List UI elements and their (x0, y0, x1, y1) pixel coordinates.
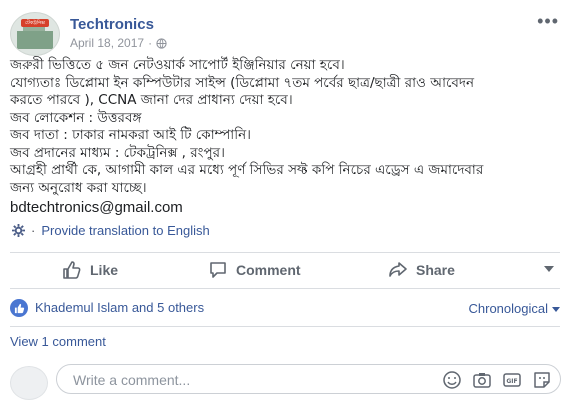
post-body: জরুরী ভিত্তিতে ৫ জন নেটওয়ার্ক সাপোর্ট ই… (10, 57, 560, 197)
page-name-link[interactable]: Techtronics (70, 16, 154, 33)
sticker-icon[interactable] (532, 370, 552, 390)
sort-label: Chronological (468, 301, 549, 316)
meta-separator: · (148, 36, 153, 50)
post-line: আগ্রহী প্রার্থী কে, আগামী কাল এর মধ্যে প… (10, 162, 484, 178)
comment-button[interactable]: Comment (208, 253, 301, 287)
post-line: জব দাতা : ঢাকার নামকরা আই টি কোম্পানি। (10, 127, 251, 143)
share-button[interactable]: Share (388, 253, 455, 287)
thumbs-up-icon (63, 261, 81, 279)
post-line: করতে পারবে ), CCNA জানা দের প্রাধান্য দে… (10, 92, 293, 108)
share-label: Share (416, 262, 455, 278)
emoji-icon[interactable] (442, 370, 462, 390)
view-comments-link[interactable]: View 1 comment (10, 334, 106, 349)
globe-icon (156, 37, 167, 49)
avatar-building (17, 31, 53, 49)
reactors-link[interactable]: Khademul Islam and 5 others (35, 300, 204, 315)
action-bar: Like Comment Share (10, 253, 560, 287)
avatar-logo-badge: টেকট্রনিক্স (21, 19, 49, 27)
post-line: জন্য অনুরোধ করা যাচ্ছে। (10, 179, 147, 196)
like-button[interactable]: Like (62, 253, 118, 287)
avatar-logo-text: টেকট্রনিক্স (25, 20, 45, 26)
user-avatar (10, 366, 48, 400)
post-line: জব লোকেশন : উত্তরবঙ্গ (10, 109, 142, 126)
like-label: Like (90, 262, 119, 278)
gif-icon[interactable]: GIF (502, 370, 522, 390)
gear-icon (12, 224, 25, 237)
share-icon (389, 262, 407, 277)
camera-icon[interactable] (472, 370, 492, 390)
post-date[interactable]: April 18, 2017 (70, 36, 144, 50)
post-line: জব প্রদানের মাধ্যম : টেকট্রনিক্স , রংপুর… (10, 144, 225, 161)
translate-dot: · (31, 223, 36, 238)
svg-text:GIF: GIF (506, 378, 517, 385)
comment-composer: GIF (10, 363, 565, 400)
share-dropdown-caret-icon[interactable] (544, 266, 554, 272)
translate-link[interactable]: Provide translation to English (41, 223, 209, 238)
comment-input[interactable] (71, 371, 405, 389)
post-header: টেকট্রনিক্স Techtronics April 18, 2017 ·… (10, 10, 565, 56)
translate-row: · Provide translation to English (12, 223, 210, 238)
comment-sort-dropdown[interactable]: Chronological (468, 301, 560, 316)
page-avatar[interactable]: টেকট্রনিক্স (10, 12, 60, 56)
chevron-down-icon (552, 307, 560, 313)
post-line: যোগ্যতাঃ ডিপ্লোমা ইন কম্পিউটার সাইন্স (ড… (10, 74, 475, 91)
reactions-row: Khademul Islam and 5 others Chronologica… (10, 297, 560, 319)
post-email: bdtechtronics@gmail.com (10, 199, 183, 216)
thumbs-up-icon (14, 303, 24, 313)
more-options-icon[interactable]: ••• (537, 12, 559, 30)
comment-input-box[interactable]: GIF (56, 364, 561, 394)
composer-icons: GIF (442, 370, 552, 390)
post-meta: April 18, 2017 · (70, 36, 167, 50)
divider (10, 288, 560, 289)
post-line: জরুরী ভিত্তিতে ৫ জন নেটওয়ার্ক সাপোর্ট ই… (10, 57, 345, 73)
divider (10, 326, 560, 327)
like-reaction-icon[interactable] (10, 299, 28, 317)
comment-icon (210, 262, 226, 278)
comment-label: Comment (236, 262, 301, 278)
